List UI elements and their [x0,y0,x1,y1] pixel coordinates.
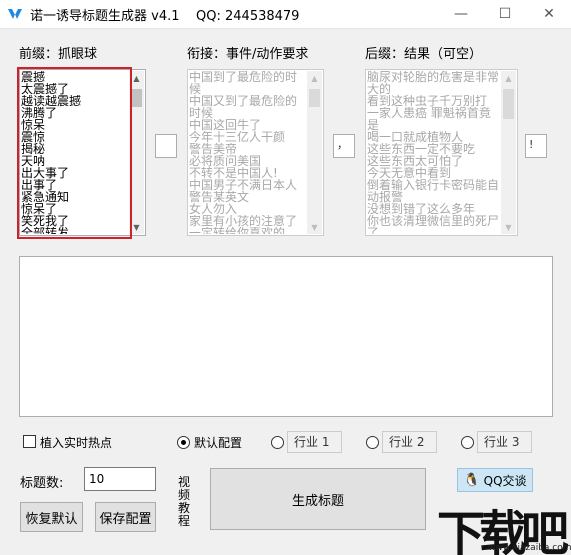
list-item[interactable]: 候 [189,83,307,95]
scroll-up-icon[interactable]: ▲ [307,71,322,85]
scroll-thumb[interactable] [309,89,320,107]
list-item[interactable]: 警告某英文 [189,191,307,203]
scroll-up-icon[interactable]: ▲ [501,71,516,85]
radio-industry-3[interactable] [461,436,474,449]
radio-default-label: 默认配置 [194,436,243,450]
title-count-input[interactable]: 10 [84,467,156,491]
list-item[interactable]: 喝一口就成植物人 [367,131,501,143]
list-item[interactable]: 倒着输入银行卡密码能自 [367,179,501,191]
scroll-down-icon[interactable]: ▼ [307,220,322,234]
scroll-down-icon[interactable]: ▼ [501,220,516,234]
middle-list-items[interactable]: 中国到了最危险的时候中国又到了最危险的 时候 中国这回牛了 今年十三亿人干颜 警告美帝必… [189,71,307,234]
suffix-list[interactable]: 脑尿对轮胎的危害是非常 大的 看到这种虫子千万别打 一家人患癌 罪魁祸首竟是喝一口就成… [365,69,518,236]
qq-chat-label: QQ交谈 [483,473,527,488]
list-item[interactable]: 一家人患癌 罪魁祸首竟 [367,107,501,119]
list-item[interactable]: 中国这回牛了 [189,119,307,131]
close-button[interactable]: ✕ [527,0,571,28]
list-item[interactable]: 不转不是中国人! [189,167,307,179]
title-bar: 诺一诱导标题生成器 v4.1 QQ: 244538479 — ☐ ✕ [0,0,571,28]
middle-label: 衔接：事件/动作要求 [187,47,309,62]
suffix-scrollbar[interactable]: ▲ ▼ [501,71,516,234]
radio-industry-2[interactable] [366,436,379,449]
list-item[interactable]: 警告美帝 [189,143,307,155]
industry-2-field: 行业 2 [382,431,437,453]
suffix-label: 后缀：结果（可空） [365,47,483,62]
window-title: 诺一诱导标题生成器 v4.1 QQ: 244538479 [30,9,300,24]
list-item[interactable]: 中国到了最危险的时 [189,71,307,83]
list-item[interactable]: 女人勿入 [189,203,307,215]
list-item[interactable]: 看到这种虫子千万别打 [367,95,501,107]
realtime-hotspot-label: 植入实时热点 [40,436,113,450]
middle-scrollbar[interactable]: ▲ ▼ [307,71,322,234]
video-tutorial-link[interactable]: 视频教程 [177,476,191,528]
highlight-frame [17,67,132,239]
radio-industry-1[interactable] [271,436,284,449]
minimize-button[interactable]: — [439,0,483,28]
qq-penguin-icon: 🐧 [463,472,480,488]
list-item[interactable]: 时候 [189,107,307,119]
list-item[interactable]: 一定转给你喜欢的 [189,227,307,234]
middle-separator-field[interactable]: ， [333,134,355,158]
save-config-button[interactable]: 保存配置 [95,502,156,532]
industry-3-field: 行业 3 [477,431,532,453]
title-count-label: 标题数: [20,476,64,491]
list-item[interactable]: 必将质问美国 [189,155,307,167]
list-item[interactable]: 中国又到了最危险的 [189,95,307,107]
list-item[interactable]: 没想到错了这么多年 [367,203,501,215]
list-item[interactable]: 动报警 [367,191,501,203]
watermark-url: www.xiazaiba.com [488,543,571,553]
suffix-list-items[interactable]: 脑尿对轮胎的危害是非常 大的 看到这种虫子千万别打 一家人患癌 罪魁祸首竟是喝一口就成… [367,71,501,234]
generate-titles-button[interactable]: 生成标题 [210,468,426,530]
suffix-separator-field[interactable]: ! [525,134,547,158]
list-item[interactable]: 脑尿对轮胎的危害是非常 [367,71,501,83]
middle-list[interactable]: 中国到了最危险的时候中国又到了最危险的 时候 中国这回牛了 今年十三亿人干颜 警告美帝必… [187,69,324,236]
list-item[interactable]: 你也该清理微信里的死尸 [367,215,501,227]
list-item[interactable]: 了 [367,227,501,234]
radio-default-config[interactable] [177,436,190,449]
qq-chat-button[interactable]: 🐧 QQ交谈 [457,468,533,492]
list-item[interactable]: 这些东西一定不要吃 [367,143,501,155]
list-item[interactable]: 中国男子不满日本人 [189,179,307,191]
maximize-button[interactable]: ☐ [483,0,527,28]
scroll-thumb[interactable] [503,89,514,119]
list-item[interactable]: 今天无意中看到 [367,167,501,179]
realtime-hotspot-checkbox[interactable] [23,435,36,448]
restore-default-button[interactable]: 恢复默认 [20,502,83,532]
app-logo-icon [7,6,23,22]
list-item[interactable]: 大的 [367,83,501,95]
output-textarea[interactable] [19,256,553,417]
list-item[interactable]: 是 [367,119,501,131]
prefix-label: 前缀：抓眼球 [19,47,98,62]
list-item[interactable]: 这些东西太可怕了 [367,155,501,167]
scroll-thumb[interactable] [131,89,142,107]
industry-1-field: 行业 1 [287,431,342,453]
list-item[interactable]: 今年十三亿人干颜 [189,131,307,143]
prefix-separator-field[interactable] [155,134,177,158]
list-item[interactable]: 家里有小孩的注意了 [189,215,307,227]
